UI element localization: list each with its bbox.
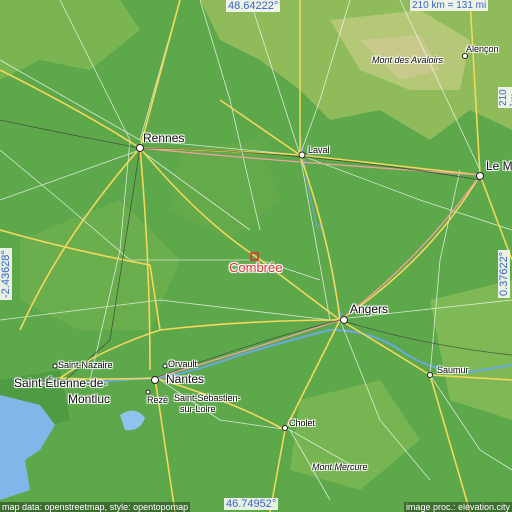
label-montluc[interactable]: Montluc [68,393,110,405]
scale-right: 210 km = 131 mi [498,87,512,108]
label-rennes[interactable]: Rennes [143,132,184,144]
label-alencon[interactable]: Alençon [466,45,499,54]
label-nantes[interactable]: Nantes [166,373,204,385]
label-angers[interactable]: Angers [350,303,388,315]
longitude-left: -2.43628° [0,248,12,300]
label-orvault[interactable]: Orvault [168,360,197,369]
label-saint-etienne[interactable]: Saint-Étienne-de- [14,377,107,389]
label-mont-mercure[interactable]: Mont Mercure [312,463,368,472]
credit-image-proc: image proc.: elevation.city [403,502,512,512]
credit-map-data: map data: openstreetmap, style: opentopo… [0,502,191,512]
label-reze[interactable]: Rezé [147,396,168,405]
latitude-top: 48.64222° [226,0,281,12]
label-combree[interactable]: Combrée [229,261,282,274]
longitude-right: 0.37622° [498,249,510,298]
label-mont-des-avaloirs[interactable]: Mont des Avaloirs [372,56,443,65]
label-saint-nazaire[interactable]: Saint-Nazaire [58,361,113,370]
label-le-mans[interactable]: Le M [486,160,512,172]
label-saumur[interactable]: Saumur [437,366,469,375]
label-laval[interactable]: Laval [308,146,330,155]
label-saint-sebastien[interactable]: Saint-Sébastien- [174,394,241,403]
scale-top: 210 km = 131 mi [410,0,489,11]
label-sur-loire[interactable]: sur-Loire [180,405,216,414]
topographic-map[interactable] [0,0,512,512]
label-cholet[interactable]: Cholet [289,419,315,428]
latitude-bottom: 46.74952° [224,498,279,510]
